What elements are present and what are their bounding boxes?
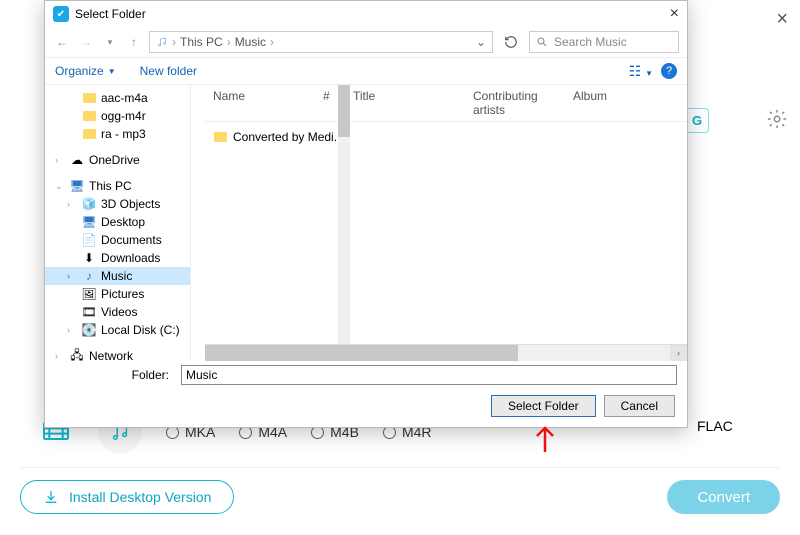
tree-onedrive[interactable]: ›☁OneDrive [45, 151, 190, 169]
app-close-icon[interactable]: × [776, 8, 788, 31]
tree-item[interactable]: 📄Documents [45, 231, 190, 249]
tree-item[interactable]: 🖥Desktop [45, 213, 190, 231]
select-folder-button[interactable]: Select Folder [491, 395, 596, 417]
pc-icon: 🖥 [70, 179, 84, 193]
tree-item[interactable]: ogg-m4r [45, 107, 190, 125]
app-logo-icon: ✔ [53, 6, 69, 22]
dialog-title: Select Folder [75, 7, 146, 21]
annotation-arrow-icon [532, 422, 558, 459]
up-icon[interactable]: ↑ [125, 35, 143, 49]
drive-icon: 💽 [82, 323, 96, 337]
refresh-icon[interactable] [499, 35, 523, 49]
organize-menu[interactable]: Organize▼ [55, 64, 116, 78]
view-mode-icon[interactable]: ☷ ▼ [629, 63, 653, 80]
history-chevron-icon[interactable]: ▾ [101, 37, 119, 48]
help-icon[interactable]: ? [661, 63, 677, 79]
gear-icon[interactable] [764, 106, 790, 132]
network-icon: 🖧 [70, 349, 84, 361]
music-icon [156, 36, 168, 48]
column-headers[interactable]: Name # Title Contributing artists Album [205, 85, 687, 122]
folder-input[interactable] [181, 365, 677, 385]
forward-icon[interactable]: → [77, 35, 95, 49]
tree-item[interactable]: ›🧊3D Objects [45, 195, 190, 213]
search-input[interactable]: Search Music [529, 31, 679, 53]
file-row[interactable]: Converted by Medi... [205, 128, 687, 146]
divider [20, 467, 780, 468]
cloud-icon: ☁ [70, 153, 84, 167]
tree-item[interactable]: ›💽Local Disk (C:) [45, 321, 190, 339]
tree-item-music[interactable]: ›♪Music [45, 267, 190, 285]
tree-item[interactable]: ra - mp3 [45, 125, 190, 143]
cancel-button[interactable]: Cancel [604, 395, 675, 417]
breadcrumb[interactable]: ›This PC ›Music › ⌄ [149, 31, 493, 53]
install-button[interactable]: Install Desktop Version [20, 480, 234, 514]
music-icon: ♪ [82, 269, 96, 283]
tree-thispc[interactable]: ⌄🖥This PC [45, 177, 190, 195]
search-icon [536, 36, 548, 48]
tree-item[interactable]: 🎞Videos [45, 303, 190, 321]
format-flac: FLAC [697, 418, 733, 434]
download-icon: ⬇ [82, 251, 96, 265]
tree-network[interactable]: ›🖧Network [45, 347, 190, 361]
tree-item[interactable]: 🖼Pictures [45, 285, 190, 303]
tag-g: G [686, 108, 709, 133]
folder-label: Folder: [55, 368, 175, 382]
vertical-scrollbar[interactable] [338, 85, 350, 344]
horizontal-scrollbar[interactable]: › [205, 344, 687, 361]
select-folder-dialog: ✔ Select Folder × ← → ▾ ↑ ›This PC ›Musi… [44, 0, 688, 428]
tree-item[interactable]: ⬇Downloads [45, 249, 190, 267]
close-icon[interactable]: × [670, 5, 679, 23]
nav-tree: aac-m4a ogg-m4r ra - mp3 ›☁OneDrive ⌄🖥Th… [45, 85, 191, 361]
back-icon[interactable]: ← [53, 35, 71, 49]
convert-button[interactable]: Convert [667, 480, 780, 514]
new-folder-button[interactable]: New folder [140, 64, 197, 78]
chevron-down-icon[interactable]: ⌄ [476, 35, 486, 49]
tree-item[interactable]: aac-m4a [45, 89, 190, 107]
